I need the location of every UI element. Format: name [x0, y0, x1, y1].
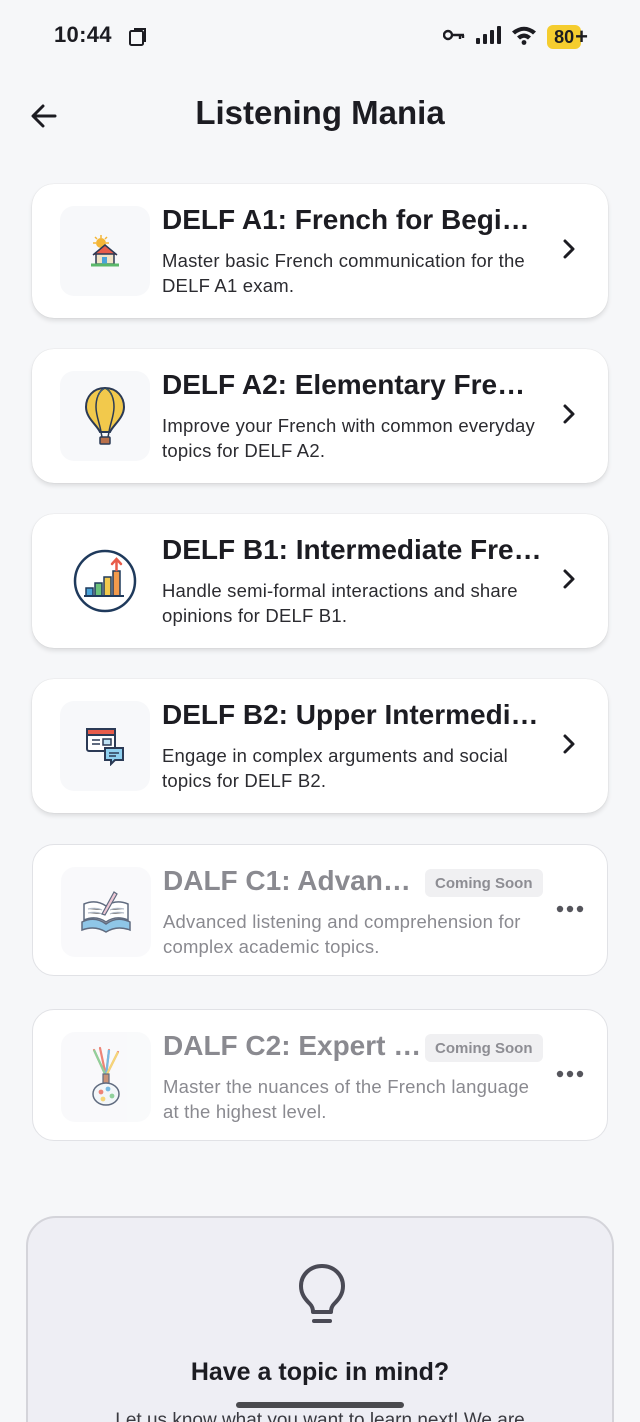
hot-air-balloon-icon: [60, 371, 150, 461]
course-card-dalf-c1: DALF C1: Advanced French Coming Soon Adv…: [32, 844, 608, 976]
open-book-quill-icon: [61, 867, 151, 957]
coming-soon-badge: Coming Soon: [425, 1034, 543, 1062]
charging-plus: +: [575, 24, 588, 49]
note-icon: [128, 27, 148, 47]
course-card-delf-a2[interactable]: DELF A2: Elementary French Improve your …: [32, 349, 608, 483]
coming-soon-badge: Coming Soon: [425, 869, 543, 897]
chevron-right-icon[interactable]: [556, 401, 582, 427]
battery-indicator: 80 +: [547, 24, 588, 50]
course-card-delf-b1[interactable]: DELF B1: Intermediate French Handle semi…: [32, 514, 608, 648]
course-title: DALF C2: Expert French: [163, 1030, 423, 1061]
course-card-dalf-c2: DALF C2: Expert French Coming Soon Maste…: [32, 1009, 608, 1141]
more-dots-icon[interactable]: [555, 1064, 585, 1084]
status-icons: 80 +: [442, 24, 588, 50]
suggest-title: Have a topic in mind?: [190, 1358, 450, 1386]
course-title: DELF B2: Upper Intermediate French: [162, 699, 542, 730]
course-description: Engage in complex arguments and social t…: [162, 745, 508, 791]
course-description: Master basic French communication for th…: [162, 250, 525, 296]
screen: 10:44 80 + Listening Mania DELF A1: Fren…: [0, 0, 640, 1422]
growth-chart-icon: [60, 536, 150, 626]
suggest-topic-card: Have a topic in mind? Let us know what y…: [26, 1216, 614, 1422]
chevron-right-icon[interactable]: [556, 236, 582, 262]
more-dots-icon[interactable]: [555, 899, 585, 919]
chevron-right-icon[interactable]: [556, 731, 582, 757]
course-title: DELF A2: Elementary French: [162, 369, 542, 400]
home-indicator: [236, 1402, 404, 1408]
course-title: DELF A1: French for Beginners: [162, 204, 542, 235]
newspaper-chat-icon: [60, 701, 150, 791]
wifi-icon: [511, 25, 537, 50]
course-title: DALF C1: Advanced French: [163, 865, 423, 896]
house-weather-icon: [60, 206, 150, 296]
lightbulb-icon: [299, 1264, 345, 1323]
status-time: 10:44: [54, 22, 112, 47]
signal-icon: [475, 25, 502, 50]
paint-palette-brush-icon: [61, 1032, 151, 1122]
suggest-text: Let us know what you want to learn next!…: [115, 1410, 525, 1422]
page-title: Listening Mania: [195, 94, 445, 131]
course-description: Improve your French with common everyday…: [162, 415, 535, 461]
course-card-delf-b2[interactable]: DELF B2: Upper Intermediate French Engag…: [32, 679, 608, 813]
course-card-delf-a1[interactable]: DELF A1: French for Beginners Master bas…: [32, 184, 608, 318]
course-title: DELF B1: Intermediate French: [162, 534, 542, 565]
header: Listening Mania: [0, 80, 640, 152]
key-icon: [442, 28, 465, 47]
course-description: Master the nuances of the French languag…: [163, 1076, 530, 1122]
course-description: Handle semi-formal interactions and shar…: [162, 580, 518, 626]
chevron-right-icon[interactable]: [556, 566, 582, 592]
status-bar: 10:44 80 +: [0, 0, 640, 72]
course-description: Advanced listening and comprehension for…: [163, 911, 521, 957]
